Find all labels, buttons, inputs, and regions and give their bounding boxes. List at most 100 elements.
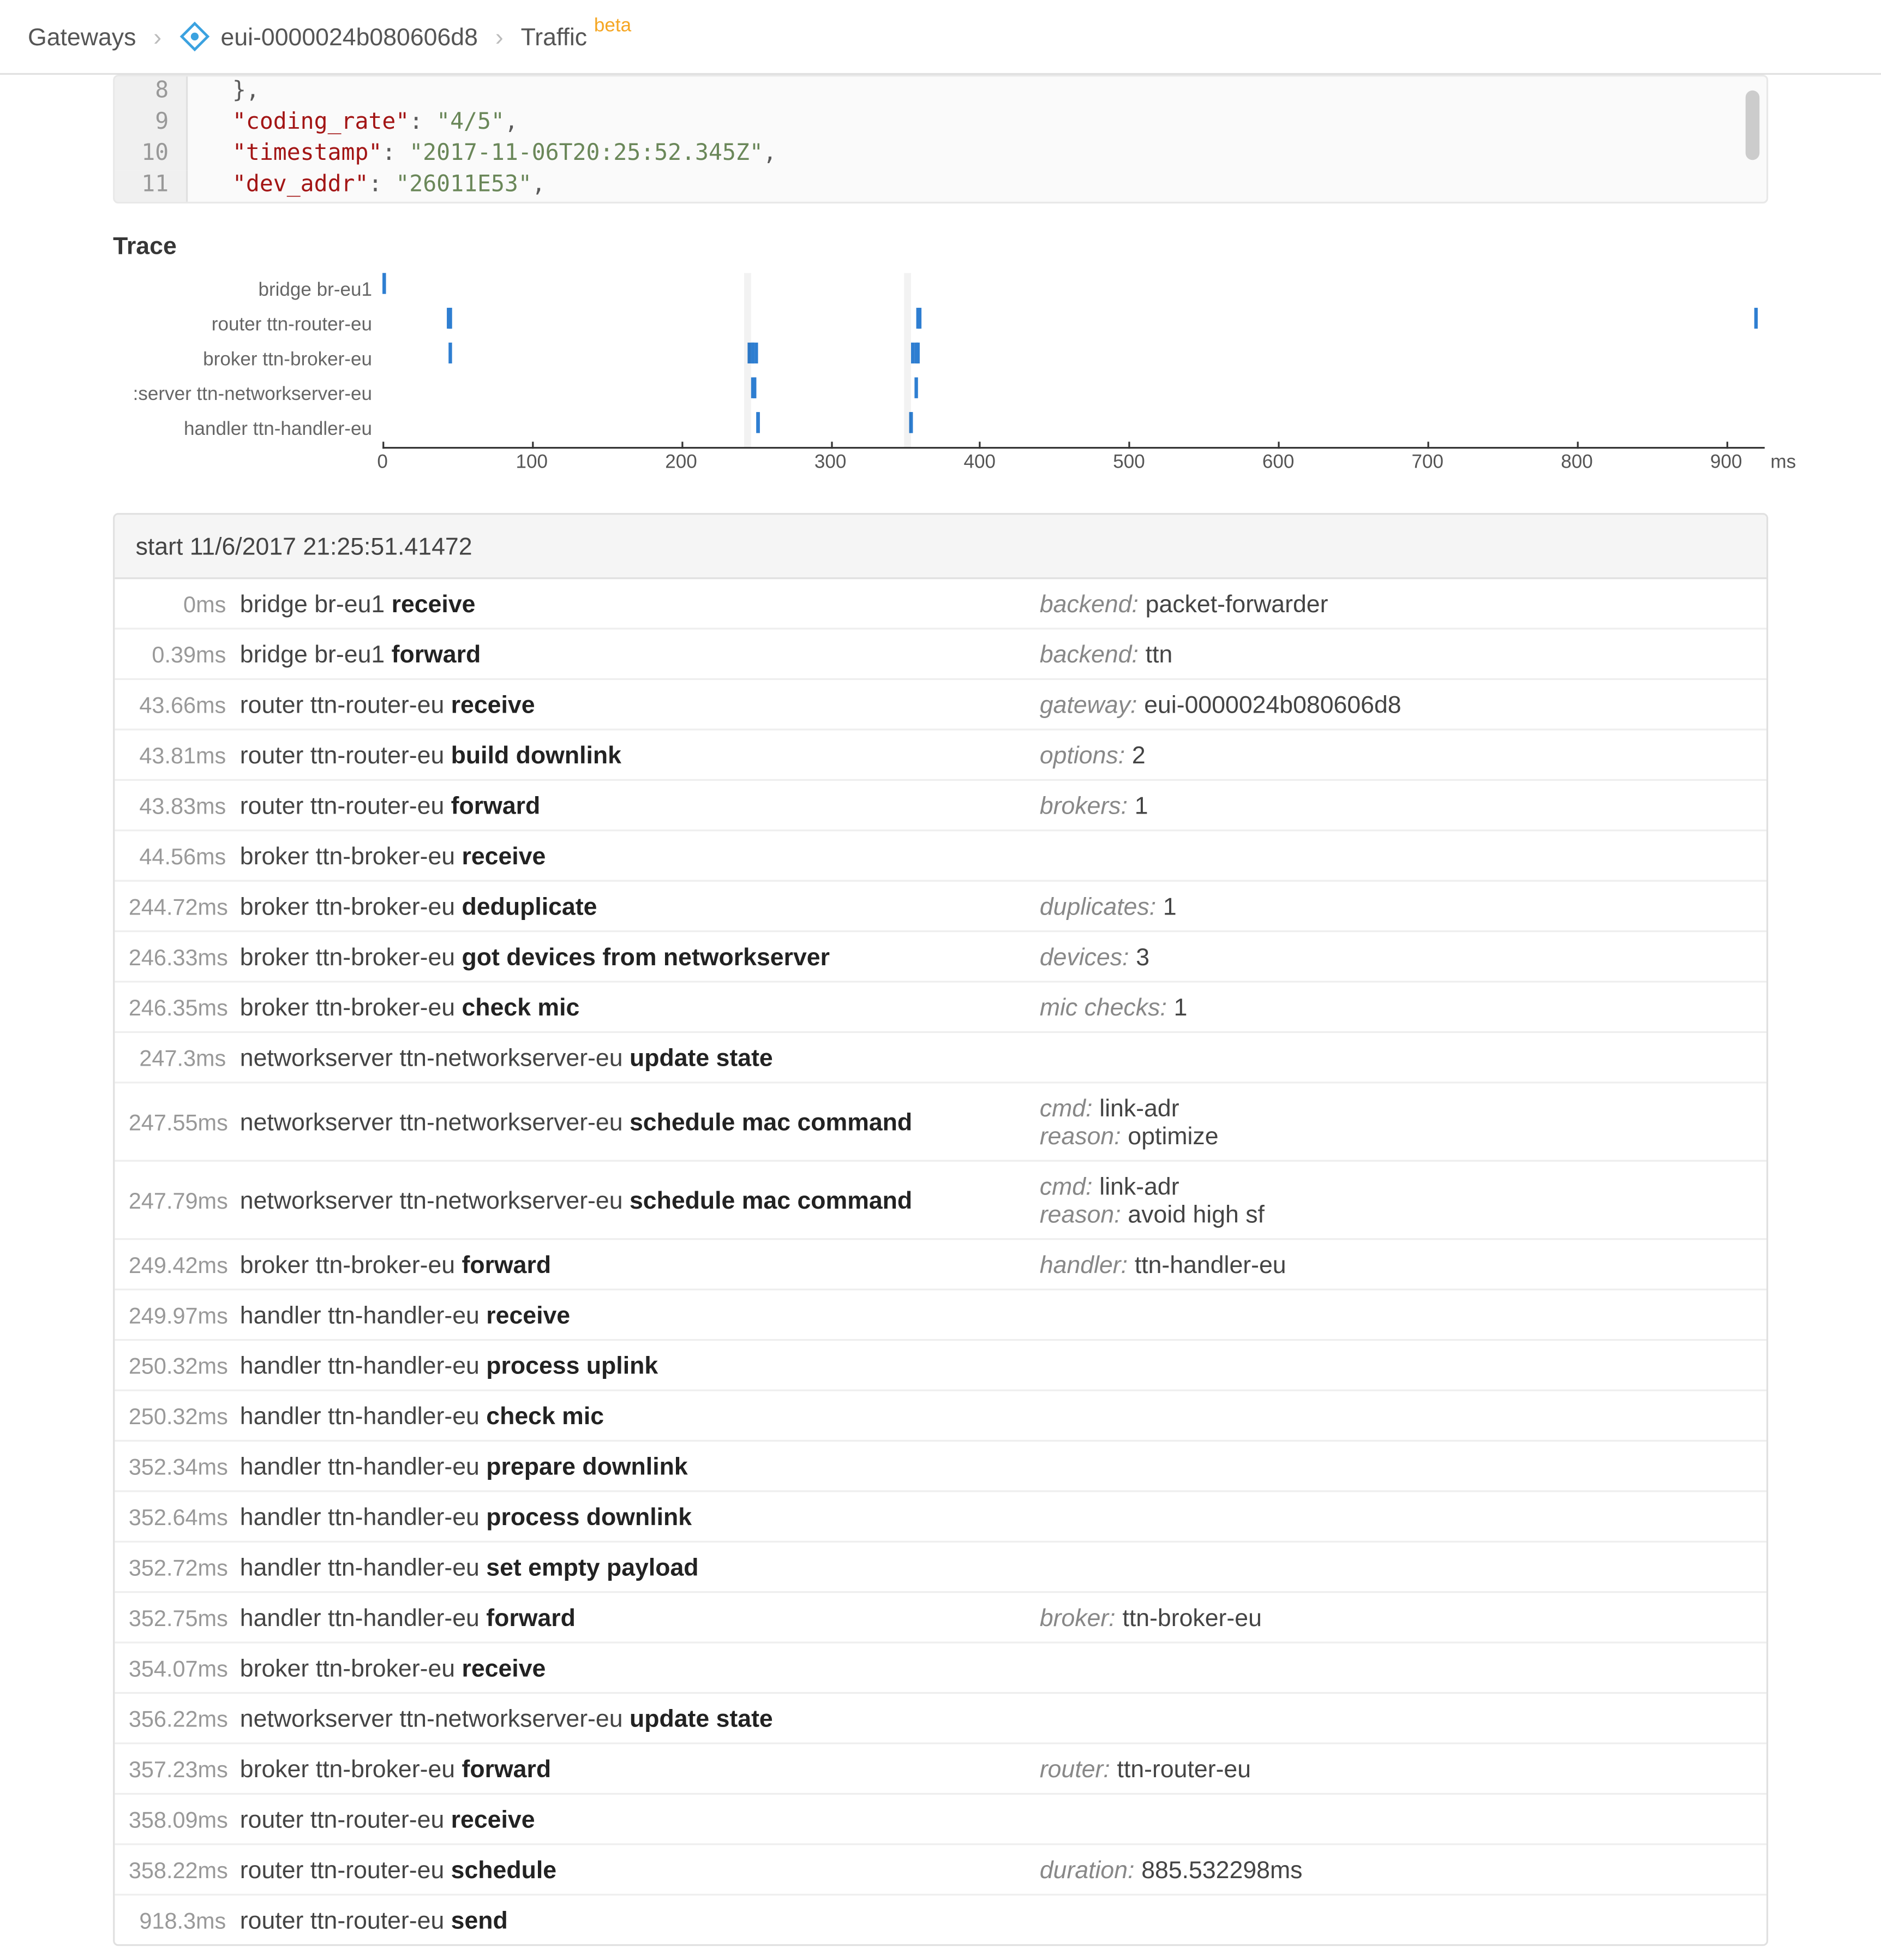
crumb-gateways[interactable]: Gateways — [28, 22, 136, 50]
trace-service: router ttn-router-eu — [240, 690, 451, 718]
start-time: 11/6/2017 21:25:51.41472 — [190, 532, 472, 560]
trace-action: receive — [486, 1301, 570, 1329]
chart-lane-label: :server ttn-networkserver-eu — [113, 384, 382, 405]
axis-tick — [382, 441, 384, 449]
page-root: { "breadcrumb": { "root": "Gateways", "g… — [0, 0, 1881, 1946]
trace-time: 247.79ms — [129, 1187, 240, 1213]
table-row[interactable]: 246.35msbroker ttn-broker-eu check micmi… — [115, 983, 1766, 1033]
axis-tick-label: 300 — [814, 452, 847, 473]
table-row[interactable]: 0msbridge br-eu1 receivebackend:packet-f… — [115, 579, 1766, 629]
trace-desc: handler ttn-handler-eu set empty payload — [240, 1553, 1040, 1581]
axis-tick-label: 0 — [377, 452, 388, 473]
trace-service: handler ttn-handler-eu — [240, 1503, 486, 1531]
trace-action: receive — [451, 690, 535, 718]
scrollbar[interactable] — [1746, 91, 1759, 160]
trace-action: got devices from networkserver — [462, 942, 829, 970]
axis-tick-label: 400 — [964, 452, 996, 473]
code-src: "coding_rate": "4/5", — [188, 108, 518, 139]
trace-service: broker ttn-broker-eu — [240, 1755, 462, 1783]
axis-tick — [1726, 441, 1728, 449]
axis-tick — [681, 441, 682, 449]
trace-time: 43.66ms — [129, 691, 240, 718]
axis-tick-label: 200 — [665, 452, 697, 473]
meta-key: backend: — [1040, 640, 1139, 668]
trace-meta: options:2 — [1040, 741, 1753, 769]
chart-event-tick — [449, 343, 452, 363]
table-row[interactable]: 0.39msbridge br-eu1 forwardbackend:ttn — [115, 630, 1766, 680]
table-row[interactable]: 357.23msbroker ttn-broker-eu forwardrout… — [115, 1744, 1766, 1795]
table-row[interactable]: 352.72mshandler ttn-handler-eu set empty… — [115, 1543, 1766, 1593]
trace-desc: handler ttn-handler-eu receive — [240, 1301, 1040, 1329]
trace-time: 358.09ms — [129, 1806, 240, 1832]
table-row[interactable]: 249.42msbroker ttn-broker-eu forwardhand… — [115, 1240, 1766, 1290]
trace-meta: router:ttn-router-eu — [1040, 1755, 1753, 1783]
table-row[interactable]: 247.55msnetworkserver ttn-networkserver-… — [115, 1084, 1766, 1162]
table-row[interactable]: 358.22msrouter ttn-router-eu scheduledur… — [115, 1845, 1766, 1895]
trace-action: forward — [392, 640, 481, 668]
trace-time: 247.55ms — [129, 1109, 240, 1135]
meta-key: reason: — [1040, 1122, 1121, 1150]
table-row[interactable]: 352.34mshandler ttn-handler-eu prepare d… — [115, 1442, 1766, 1492]
trace-action: deduplicate — [462, 892, 597, 920]
trace-service: handler ttn-handler-eu — [240, 1351, 486, 1379]
table-row[interactable]: 250.32mshandler ttn-handler-eu check mic — [115, 1391, 1766, 1442]
table-row[interactable]: 43.83msrouter ttn-router-eu forwardbroke… — [115, 781, 1766, 831]
table-row[interactable]: 250.32mshandler ttn-handler-eu process u… — [115, 1341, 1766, 1391]
table-row[interactable]: 358.09msrouter ttn-router-eu receive — [115, 1795, 1766, 1845]
code-src: }, — [188, 76, 260, 107]
trace-time: 43.83ms — [129, 792, 240, 818]
trace-desc: router ttn-router-eu send — [240, 1906, 1040, 1934]
trace-service: broker ttn-broker-eu — [240, 1654, 462, 1682]
code-line: 10 "timestamp": "2017-11-06T20:25:52.345… — [115, 139, 1766, 170]
crumb-gateway[interactable]: eui-0000024b080606d8 — [179, 21, 478, 52]
table-row[interactable]: 43.66msrouter ttn-router-eu receivegatew… — [115, 680, 1766, 730]
trace-action: schedule mac command — [630, 1108, 912, 1136]
meta-key: duplicates: — [1040, 892, 1156, 920]
trace-desc: broker ttn-broker-eu deduplicate — [240, 892, 1040, 920]
trace-table: start 11/6/2017 21:25:51.41472 0msbridge… — [113, 513, 1768, 1946]
page-title: Trace — [113, 231, 1768, 259]
trace-service: networkserver ttn-networkserver-eu — [240, 1704, 630, 1732]
table-row[interactable]: 249.97mshandler ttn-handler-eu receive — [115, 1290, 1766, 1341]
table-row[interactable]: 354.07msbroker ttn-broker-eu receive — [115, 1644, 1766, 1694]
table-row[interactable]: 247.79msnetworkserver ttn-networkserver-… — [115, 1162, 1766, 1240]
axis-tick — [1577, 441, 1578, 449]
trace-action: forward — [462, 1755, 551, 1783]
trace-desc: router ttn-router-eu receive — [240, 1805, 1040, 1833]
table-row[interactable]: 247.3msnetworkserver ttn-networkserver-e… — [115, 1033, 1766, 1083]
meta-key: cmd: — [1040, 1094, 1093, 1122]
trace-chart: bridge br-eu1router ttn-router-eubroker … — [113, 273, 1765, 481]
trace-service: broker ttn-broker-eu — [240, 892, 462, 920]
trace-time: 0.39ms — [129, 641, 240, 667]
code-line: 8 }, — [115, 76, 1766, 107]
trace-desc: handler ttn-handler-eu forward — [240, 1603, 1040, 1631]
table-row[interactable]: 244.72msbroker ttn-broker-eu deduplicate… — [115, 882, 1766, 932]
chart-event-tick — [448, 308, 451, 328]
table-row[interactable]: 352.64mshandler ttn-handler-eu process d… — [115, 1492, 1766, 1542]
code-src: "timestamp": "2017-11-06T20:25:52.345Z", — [188, 139, 777, 170]
crumb-gateway-label: eui-0000024b080606d8 — [221, 22, 478, 50]
chart-lane: handler ttn-handler-eu — [113, 412, 1765, 447]
meta-value: 1 — [1174, 993, 1188, 1021]
trace-meta: handler:ttn-handler-eu — [1040, 1250, 1753, 1278]
axis-tick — [830, 441, 832, 449]
table-row[interactable]: 918.3msrouter ttn-router-eu send — [115, 1896, 1766, 1944]
trace-service: router ttn-router-eu — [240, 1906, 451, 1934]
code-gutter: 8 — [115, 76, 188, 107]
table-row[interactable]: 44.56msbroker ttn-broker-eu receive — [115, 831, 1766, 881]
trace-meta: cmd:link-adrreason:avoid high sf — [1040, 1172, 1753, 1228]
trace-action: receive — [451, 1805, 535, 1833]
code-src: "dev_addr": "26011E53", — [188, 170, 546, 201]
meta-value: eui-0000024b080606d8 — [1144, 690, 1401, 718]
table-row[interactable]: 356.22msnetworkserver ttn-networkserver-… — [115, 1694, 1766, 1744]
trace-action: check mic — [462, 993, 579, 1021]
crumb-traffic-label: Traffic — [521, 22, 588, 50]
table-row[interactable]: 352.75mshandler ttn-handler-eu forwardbr… — [115, 1593, 1766, 1643]
table-row[interactable]: 246.33msbroker ttn-broker-eu got devices… — [115, 932, 1766, 982]
chevron-right-icon: › — [495, 22, 504, 50]
crumb-traffic[interactable]: Traffic beta — [521, 22, 632, 50]
table-row[interactable]: 43.81msrouter ttn-router-eu build downli… — [115, 731, 1766, 781]
trace-service: broker ttn-broker-eu — [240, 993, 462, 1021]
trace-action: process downlink — [486, 1503, 692, 1531]
chart-event-tick — [755, 343, 758, 363]
